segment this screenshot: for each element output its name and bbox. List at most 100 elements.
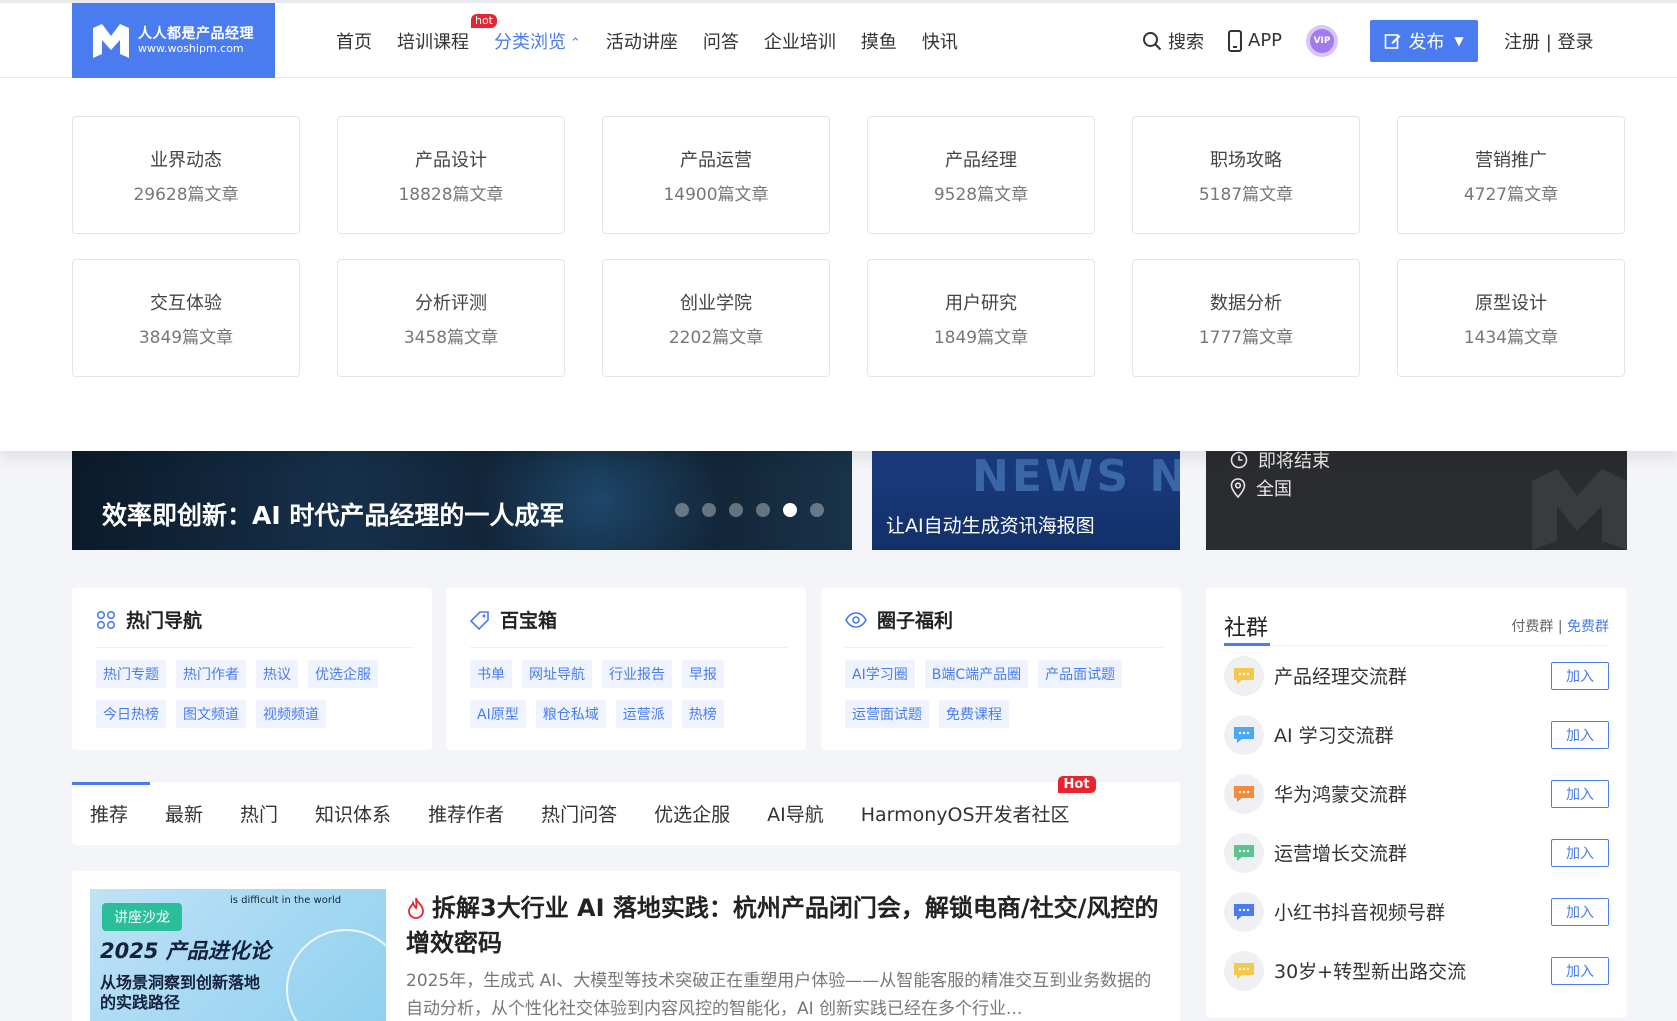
nav-qa[interactable]: 问答 (703, 28, 739, 54)
category-name: 创业学院 (680, 292, 752, 314)
category-card[interactable]: 产品经理 9528篇文章 (867, 116, 1095, 234)
carousel-dot[interactable] (810, 503, 824, 517)
app-button[interactable]: APP (1228, 29, 1282, 52)
vip-badge[interactable]: VIP (1306, 24, 1339, 57)
tab-hot[interactable]: 热门 (240, 800, 278, 827)
nav-categories[interactable]: 分类浏览 ⌃ (494, 28, 581, 54)
nav-enterprise[interactable]: 企业培训 (764, 28, 836, 54)
event-banner[interactable]: 即将结束 全国 (1206, 451, 1627, 550)
category-name: 数据分析 (1210, 292, 1282, 314)
tag-link[interactable]: 热榜 (681, 700, 724, 728)
join-button[interactable]: 加入 (1551, 897, 1609, 926)
tag-link[interactable]: 运营派 (615, 700, 672, 728)
tag-link[interactable]: 行业报告 (602, 660, 672, 688)
tab-recommended[interactable]: 推荐 (90, 800, 128, 827)
card-title: 热门导航 (126, 610, 203, 632)
tag-link[interactable]: 图文频道 (176, 700, 246, 728)
join-button[interactable]: 加入 (1551, 661, 1609, 690)
chat-bubble-icon (1234, 903, 1254, 920)
category-name: 用户研究 (945, 292, 1017, 314)
category-card[interactable]: 产品运营 14900篇文章 (602, 116, 830, 234)
chat-bubble-icon (1234, 844, 1254, 861)
publish-button[interactable]: 发布 ▼ (1370, 19, 1479, 62)
tab-hot-qa[interactable]: 热门问答 (541, 800, 617, 827)
group-avatar (1224, 891, 1264, 932)
tag-link[interactable]: AI学习圈 (845, 660, 915, 688)
tag-link[interactable]: 免费课程 (939, 700, 1009, 728)
category-card[interactable]: 数据分析 1777篇文章 (1132, 259, 1360, 377)
carousel-dot[interactable] (729, 503, 743, 517)
hero-carousel[interactable]: 效率即创新：AI 时代产品经理的一人成军 (72, 451, 852, 550)
site-logo[interactable]: 人人都是产品经理 www.woshipm.com (72, 3, 275, 78)
nav-events[interactable]: 活动讲座 (606, 28, 678, 54)
tag-link[interactable]: AI原型 (470, 700, 526, 728)
join-button[interactable]: 加入 (1551, 956, 1609, 985)
tab-ai-nav[interactable]: AI导航 (767, 800, 824, 827)
group-row: 30岁+转型新出路交流 加入 (1224, 941, 1609, 1000)
search-label: 搜索 (1168, 31, 1204, 53)
paid-groups-link[interactable]: 付费群 (1511, 619, 1553, 635)
tag-link[interactable]: 产品面试题 (1038, 660, 1123, 688)
join-button[interactable]: 加入 (1551, 838, 1609, 867)
category-card[interactable]: 业界动态 29628篇文章 (72, 116, 300, 234)
tag-link[interactable]: 运营面试题 (845, 700, 929, 728)
news-poster-banner[interactable]: NEWS NEWS 让AI自动生成资讯海报图 (872, 451, 1180, 550)
carousel-dot-active[interactable] (783, 503, 797, 517)
tab-services[interactable]: 优选企服 (654, 800, 730, 827)
article-card[interactable]: is difficult in the world 讲座沙龙 2025 产品进化… (72, 871, 1180, 1021)
caret-down-icon: ▼ (1454, 33, 1464, 48)
category-dropdown: 业界动态 29628篇文章 产品设计 18828篇文章 产品运营 14900篇文章 产… (0, 78, 1677, 451)
tab-authors[interactable]: 推荐作者 (428, 800, 504, 827)
category-card[interactable]: 职场攻略 5187篇文章 (1132, 116, 1360, 234)
category-card[interactable]: 营销推广 4727篇文章 (1397, 116, 1625, 234)
category-card[interactable]: 用户研究 1849篇文章 (867, 259, 1095, 377)
join-button[interactable]: 加入 (1551, 779, 1609, 808)
nav-training[interactable]: 培训课程 hot (397, 13, 497, 54)
tag-link[interactable]: 视频频道 (256, 700, 326, 728)
search-button[interactable]: 搜索 (1142, 28, 1204, 54)
tag-link[interactable]: 热门专题 (96, 660, 166, 688)
tab-latest[interactable]: 最新 (165, 800, 203, 827)
carousel-dot[interactable] (675, 503, 689, 517)
tab-harmonyos[interactable]: HarmonyOS开发者社区 Hot (861, 776, 1096, 827)
category-card[interactable]: 产品设计 18828篇文章 (337, 116, 565, 234)
article-title-text: 拆解3大行业 AI 落地实践：杭州产品闭门会，解锁电商/社交/风控的增效密码 (406, 894, 1159, 957)
tag-link[interactable]: 热门作者 (176, 660, 246, 688)
tag-link[interactable]: 优选企服 (308, 660, 378, 688)
category-card[interactable]: 交互体验 3849篇文章 (72, 259, 300, 377)
tag-link[interactable]: 网址导航 (522, 660, 592, 688)
news-poster-title: 让AI自动生成资讯海报图 (886, 515, 1095, 537)
article-title[interactable]: 拆解3大行业 AI 落地实践：杭州产品闭门会，解锁电商/社交/风控的增效密码 (406, 891, 1162, 961)
category-card[interactable]: 创业学院 2202篇文章 (602, 259, 830, 377)
join-button[interactable]: 加入 (1551, 720, 1609, 749)
tab-knowledge[interactable]: 知识体系 (315, 800, 391, 827)
free-groups-link[interactable]: 免费群 (1567, 619, 1609, 635)
tag-link[interactable]: 热议 (256, 660, 298, 688)
tag-link[interactable]: B端C端产品圈 (924, 660, 1029, 688)
carousel-dot[interactable] (756, 503, 770, 517)
tag-link[interactable]: 粮仓私域 (535, 700, 606, 728)
nav-home[interactable]: 首页 (336, 28, 372, 54)
chat-bubble-icon (1234, 785, 1254, 802)
category-name: 原型设计 (1475, 292, 1547, 314)
globe-graphic (286, 929, 386, 1021)
tag-link[interactable]: 书单 (470, 660, 512, 688)
tag-link[interactable]: 早报 (682, 660, 724, 688)
category-name: 产品运营 (680, 149, 752, 171)
card-header: 圈子福利 (845, 606, 1163, 648)
article-thumbnail[interactable]: is difficult in the world 讲座沙龙 2025 产品进化… (90, 889, 386, 1021)
flame-icon (408, 897, 424, 919)
category-count: 14900篇文章 (663, 184, 769, 205)
nav-categories-label: 分类浏览 (494, 31, 566, 53)
nav-moyu[interactable]: 摸鱼 (861, 28, 897, 54)
publish-label: 发布 (1408, 31, 1445, 53)
tag-link[interactable]: 今日热榜 (96, 700, 166, 728)
nav-news-flash[interactable]: 快讯 (922, 28, 958, 54)
category-card[interactable]: 分析评测 3458篇文章 (337, 259, 565, 377)
category-card[interactable]: 原型设计 1434篇文章 (1397, 259, 1625, 377)
tag-list: AI学习圈 B端C端产品圈 产品面试题 运营面试题 免费课程 (845, 648, 1163, 740)
carousel-dots (675, 503, 837, 517)
group-avatar (1224, 773, 1264, 814)
register-login-link[interactable]: 注册 | 登录 (1504, 28, 1594, 54)
carousel-dot[interactable] (702, 503, 716, 517)
